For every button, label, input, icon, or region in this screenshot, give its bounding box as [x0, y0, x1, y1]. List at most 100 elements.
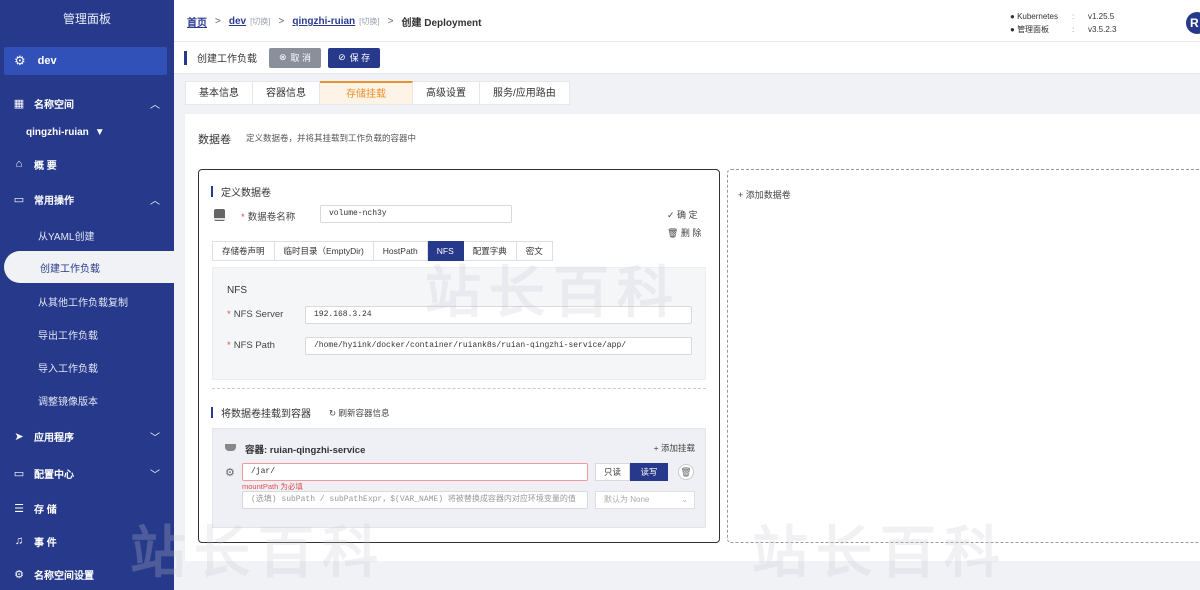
readwrite-button[interactable]: 读写 — [630, 463, 668, 481]
tab-storage[interactable]: 存储挂载 — [320, 81, 413, 105]
volume-name-input[interactable]: volume-nch3y — [320, 205, 512, 223]
vtab-secret[interactable]: 密文 — [516, 241, 553, 261]
nfs-path-input[interactable]: /home/hy1ink/docker/container/ruiank8s/r… — [305, 337, 692, 355]
version-info: ● Kubernetes: v1.25.5 ● 管理面板: v3.5.2.3 — [1010, 12, 1117, 34]
nfs-heading: NFS — [227, 285, 247, 296]
sidebar-item-common-ops[interactable]: ▭ 常用操作 ︿ — [0, 184, 174, 214]
vtab-hostpath[interactable]: HostPath — [373, 241, 428, 261]
sidebar-item-label: 存 储 — [34, 504, 57, 516]
add-volume-card[interactable]: + 添加数据卷 — [727, 169, 1200, 543]
breadcrumb-cluster[interactable]: dev — [229, 16, 246, 27]
sidebar-item-label: 创建工作负载 — [40, 263, 100, 275]
caret-down-icon: ▼ — [94, 127, 105, 138]
chevron-down-icon: ﹀ — [150, 432, 160, 444]
vtab-pvc[interactable]: 存储卷声明 — [212, 241, 275, 261]
sidebar-item-ns-settings[interactable]: ⚙ 名称空间设置 — [0, 559, 174, 589]
trash-icon[interactable]: 🗑 — [678, 464, 694, 480]
check-circle-icon: ⊘ — [338, 52, 346, 62]
refresh-container-button[interactable]: ↻ 刷新容器信息 — [329, 407, 390, 419]
tab-advanced[interactable]: 高级设置 — [413, 81, 480, 105]
mount-heading: 将数据卷挂载到容器 — [211, 405, 311, 420]
divider — [212, 388, 706, 389]
chevron-up-icon: ︿ — [150, 99, 160, 111]
drive-icon — [214, 209, 225, 221]
container-mount-box: 容器: ruian-qingzhi-service + 添加挂载 ⚙ /jar/… — [212, 428, 706, 528]
sidebar-sub-copy[interactable]: 从其他工作负载复制 — [38, 294, 128, 309]
save-button[interactable]: ⊘ 保 存 — [328, 47, 381, 68]
sidebar-item-apps[interactable]: ➤ 应用程序 ﹀ — [0, 421, 174, 451]
tab-service[interactable]: 服务/应用路由 — [480, 81, 570, 105]
bell-icon: ♫ — [14, 535, 24, 547]
k8s-label: ● Kubernetes — [1010, 12, 1058, 21]
volume-card: 定义数据卷 * 数据卷名称 volume-nch3y ✓ 确 定 🗑 删 除 存储… — [198, 169, 720, 543]
volume-type-tabs: 存储卷声明 临时目录（EmptyDir) HostPath NFS 配置字典 密… — [212, 241, 553, 261]
sidebar-sub-yaml[interactable]: 从YAML创建 — [38, 228, 95, 243]
delete-link[interactable]: 🗑 删 除 — [667, 226, 701, 239]
window-icon: ▭ — [13, 467, 25, 480]
home-icon: ⌂ — [15, 158, 23, 170]
database-icon: ☰ — [14, 502, 24, 515]
nfs-config-box: NFS * NFS Server 192.168.3.24 * NFS Path /… — [212, 267, 706, 380]
sidebar-item-events[interactable]: ♫ 事 件 — [0, 526, 174, 556]
folder-icon: ▭ — [13, 193, 25, 206]
form-tabs: 基本信息 容器信息 存储挂载 高级设置 服务/应用路由 — [185, 81, 570, 105]
gear-icon: ⚙ — [225, 467, 235, 479]
chevron-down-icon: ﹀ — [150, 469, 160, 481]
chevron-right-icon: > — [215, 16, 221, 27]
cluster-selector[interactable]: ⚙ dev — [4, 47, 167, 75]
chevron-up-icon: ︿ — [150, 195, 160, 207]
section-desc: 定义数据卷，并将其挂载到工作负载的容器中 — [246, 133, 417, 143]
page-title: 创建工作负载 — [197, 54, 257, 65]
sidebar-item-storage[interactable]: ☰ 存 储 — [0, 493, 174, 523]
close-circle-icon: ⊗ — [279, 52, 287, 62]
panel-version: v3.5.2.3 — [1088, 25, 1117, 34]
sidebar-sub-export[interactable]: 导出工作负载 — [38, 327, 98, 342]
sidebar-item-config[interactable]: ▭ 配置中心 ﹀ — [0, 458, 174, 488]
cancel-button[interactable]: ⊗ 取 消 — [269, 47, 322, 68]
sidebar-item-namespace[interactable]: ▦ 名称空间 ︿ — [0, 88, 174, 118]
sidebar-item-label: 名称空间 — [34, 99, 74, 111]
vtab-nfs[interactable]: NFS — [427, 241, 464, 261]
nfs-server-input[interactable]: 192.168.3.24 — [305, 306, 692, 324]
breadcrumb-switch-cluster[interactable]: [切换] — [250, 16, 270, 27]
breadcrumb-switch-namespace[interactable]: [切换] — [359, 16, 379, 27]
breadcrumb-home[interactable]: 首页 — [187, 14, 207, 29]
vtab-configmap[interactable]: 配置字典 — [463, 241, 517, 261]
k8s-version: v1.25.5 — [1088, 12, 1115, 21]
add-volume-label: + 添加数据卷 — [738, 190, 791, 200]
sidebar-item-label: 配置中心 — [34, 469, 74, 481]
tab-container[interactable]: 容器信息 — [253, 81, 320, 105]
sidebar-item-label: 事 件 — [34, 537, 57, 549]
rocket-icon: ➤ — [14, 430, 24, 443]
panel-label: ● 管理面板 — [1010, 25, 1050, 34]
tab-basic[interactable]: 基本信息 — [185, 81, 253, 105]
namespace-selector[interactable]: qingzhi-ruian ▼ — [26, 127, 105, 138]
cluster-name: dev — [37, 55, 57, 67]
subpath-input[interactable]: (选填) subPath / subPathExpr，$(VAR_NAME) 将… — [242, 491, 588, 509]
sidebar-title: 管理面板 — [62, 12, 111, 26]
sidebar: 管理面板 ⚙ dev ▦ 名称空间 ︿ qingzhi-ruian ▼ ⌂ 概 … — [0, 0, 174, 590]
mount-path-input[interactable]: /jar/ — [242, 463, 588, 481]
section-title: 数据卷 — [198, 134, 231, 146]
add-mount-button[interactable]: + 添加挂载 — [654, 442, 695, 454]
sidebar-sub-import[interactable]: 导入工作负载 — [38, 360, 98, 375]
vtab-emptydir[interactable]: 临时目录（EmptyDir) — [274, 241, 374, 261]
main-panel: 数据卷 定义数据卷，并将其挂载到工作负载的容器中 定义数据卷 * 数据卷名称 vo… — [185, 114, 1200, 561]
title-accent — [184, 50, 187, 65]
chevron-right-icon: > — [387, 16, 394, 27]
subpath-select[interactable]: 默认为 None ⌄ — [595, 491, 695, 509]
sidebar-sub-image-version[interactable]: 调整镜像版本 — [38, 393, 98, 408]
sidebar-sub-create-workload[interactable]: 创建工作负载 — [4, 251, 174, 283]
define-volume-heading: 定义数据卷 — [211, 184, 271, 199]
docker-icon — [225, 444, 236, 451]
sidebar-item-overview[interactable]: ⌂ 概 要 — [0, 149, 174, 179]
breadcrumb-namespace[interactable]: qingzhi-ruian — [292, 16, 355, 27]
breadcrumb-current: 创建 Deployment — [401, 18, 482, 29]
confirm-link[interactable]: ✓ 确 定 — [667, 208, 698, 221]
namespace-name: qingzhi-ruian — [26, 127, 89, 138]
sidebar-item-label: 应用程序 — [34, 432, 74, 444]
readonly-button[interactable]: 只读 — [595, 463, 630, 481]
sidebar-item-label: 名称空间设置 — [34, 570, 94, 582]
volume-name-label: * 数据卷名称 — [241, 212, 296, 223]
chevron-right-icon: > — [278, 16, 285, 27]
